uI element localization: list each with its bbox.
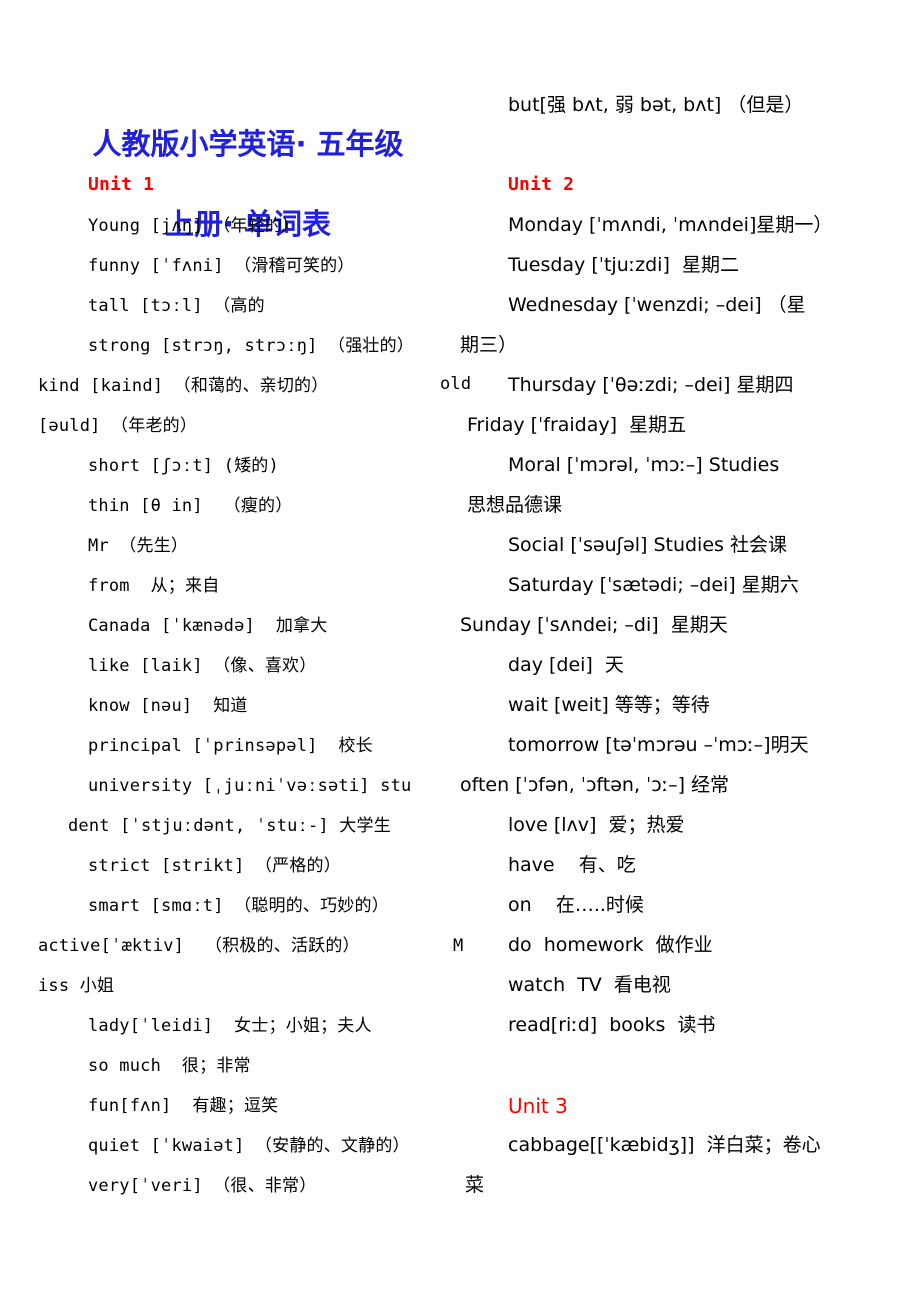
left-column: Unit 1 Young [jʌŋ] （年轻的） funny [ˈfʌni] （滑… xyxy=(0,0,460,1302)
left-column-entry: Canada [ˈkænədə] 加拿大 xyxy=(88,616,328,636)
right-column-entry: wait [weit] 等等；等待 xyxy=(508,694,710,716)
right-column-entry: Sunday [ˈsʌndei; –di] 星期天 xyxy=(460,614,728,636)
unit-heading-3: Unit 3 xyxy=(508,1094,568,1118)
left-column-entry: university [ˌjuːniˈvəːsəti] stu xyxy=(88,776,412,796)
right-column-entry: but[强 bʌt, 弱 bət, bʌt] （但是） xyxy=(508,94,804,116)
right-column-entry: Friday [ˈfraiday] 星期五 xyxy=(467,414,687,436)
right-column-entry: on 在…..时候 xyxy=(508,894,644,916)
left-column-entry: tall [tɔːl] （高的 xyxy=(88,296,265,316)
right-column-entry: 菜 xyxy=(465,1174,485,1196)
right-column-entry: M xyxy=(453,936,464,956)
left-column-entry: very[ˈveri] （很、非常） xyxy=(88,1176,317,1196)
right-column-entry: do homework 做作业 xyxy=(508,934,713,956)
right-column-entry: Tuesday [ˈtjuːzdi] 星期二 xyxy=(508,254,739,276)
left-column-entry: fun[fʌn] 有趣；逗笑 xyxy=(88,1096,279,1116)
left-column-entry: Young [jʌŋ] （年轻的） xyxy=(88,216,300,236)
left-column-entry: thin [θ in] （瘦的） xyxy=(88,496,293,516)
right-column-entry: Saturday [ˈsætədi; –dei] 星期六 xyxy=(508,574,799,596)
right-column-entry: often [ˈɔfən, ˈɔftən, ˈɔː–] 经常 xyxy=(460,774,730,796)
right-column-entry: read[riːd] books 读书 xyxy=(508,1014,716,1036)
left-column-entry: short [ʃɔːt] (矮的) xyxy=(88,456,279,476)
right-column-entry: cabbage[[ˈkæbidʒ]] 洋白菜；卷心 xyxy=(508,1134,821,1156)
left-column-entry: lady[ˈleidi] 女士；小姐；夫人 xyxy=(88,1016,372,1036)
left-column-entry: iss 小姐 xyxy=(38,976,115,996)
right-column-entry: tomorrow [təˈmɔrəu –ˈmɔː–]明天 xyxy=(508,734,809,756)
right-column-entry: day [dei] 天 xyxy=(508,654,624,676)
left-column-entry: quiet [ˈkwaiət] （安静的、文静的） xyxy=(88,1136,410,1156)
left-column-entry: smart [smɑːt] （聪明的、巧妙的） xyxy=(88,896,389,916)
left-column-entry: strict [strikt] （严格的） xyxy=(88,856,341,876)
unit-heading-2: Unit 2 xyxy=(508,174,575,195)
right-column-entry: Wednesday [ˈwenzdi; –dei] （星 xyxy=(508,294,806,316)
left-column-entry: so much 很；非常 xyxy=(88,1056,251,1076)
right-column-entry: have 有、吃 xyxy=(508,854,636,876)
left-column-entry: [əuld] （年老的） xyxy=(38,416,198,436)
right-column-entry: love [lʌv] 爱；热爱 xyxy=(508,814,685,836)
left-column-entry: strong [strɔŋ, strɔːŋ] （强壮的） xyxy=(88,336,415,356)
left-column-entry: funny [ˈfʌni] （滑稽可笑的） xyxy=(88,256,355,276)
left-column-entry: know [nəu] 知道 xyxy=(88,696,248,716)
right-column-entry: Monday [ˈmʌndi, ˈmʌndei]星期一） xyxy=(508,214,833,236)
left-column-entry: principal [ˈprinsəpəl] 校长 xyxy=(88,736,373,756)
left-column-entry: active[ˈæktiv] （积极的、活跃的） xyxy=(38,936,360,956)
left-column-entry: kind [kaind] （和蔼的、亲切的） xyxy=(38,376,329,396)
right-column-entry: Thursday [ˈθəːzdi; –dei] 星期四 xyxy=(508,374,794,396)
right-column-entry: 思想品德课 xyxy=(467,494,563,516)
right-column-entry: old xyxy=(440,374,472,394)
word-list-page: 人教版小学英语· 五年级 上册· 单词表 Unit 1 Young [jʌŋ] … xyxy=(0,0,920,1302)
right-column-entry: Moral [ˈmɔrəl, ˈmɔː–] Studies xyxy=(508,454,780,476)
unit-heading-1: Unit 1 xyxy=(88,174,155,195)
left-column-entry: like [laik] （像、喜欢） xyxy=(88,656,317,676)
right-column-entry: Social [ˈsəuʃəl] Studies 社会课 xyxy=(508,534,787,556)
left-column-entry: Mr （先生） xyxy=(88,536,189,556)
left-column-entry: dent [ˈstjuːdənt, ˈstuː-] 大学生 xyxy=(68,816,391,836)
right-column: Unit 2 Unit 3 but[强 bʌt, 弱 bət, bʌt] （但是… xyxy=(440,0,920,1302)
left-column-entry: from 从；来自 xyxy=(88,576,220,596)
right-column-entry: watch TV 看电视 xyxy=(508,974,671,996)
right-column-entry: 期三） xyxy=(460,334,518,356)
